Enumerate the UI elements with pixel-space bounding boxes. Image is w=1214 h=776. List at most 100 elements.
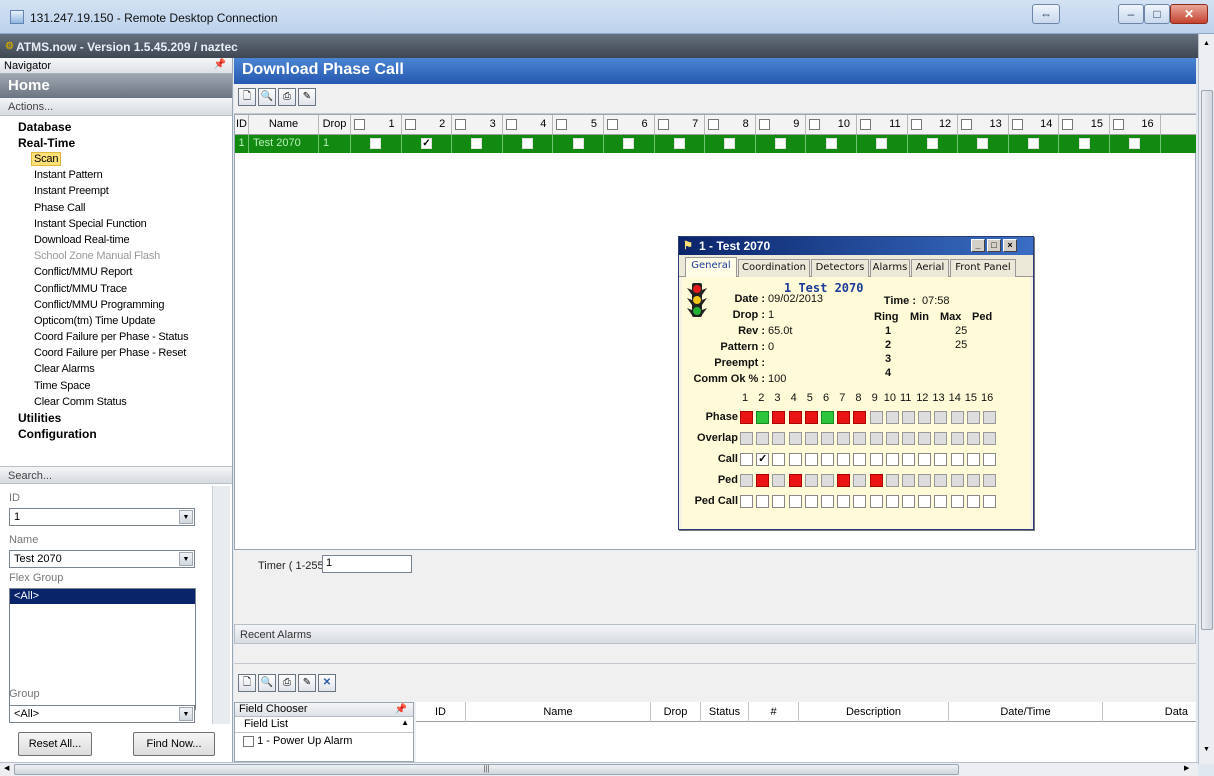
- menu-item-clear-alarms[interactable]: Clear Alarms: [0, 361, 232, 377]
- header-checkbox[interactable]: [708, 118, 720, 130]
- phase-checkbox[interactable]: [825, 138, 837, 149]
- call-checkbox[interactable]: [788, 453, 802, 466]
- row-phase-cell[interactable]: [502, 135, 554, 153]
- preview-icon[interactable]: 🔍: [258, 674, 276, 692]
- tab-alarms[interactable]: Alarms: [870, 259, 910, 277]
- ped-call-checkbox[interactable]: [821, 495, 834, 508]
- group-combo[interactable]: <All> ▼: [9, 705, 195, 723]
- row-name[interactable]: Test 2070: [249, 135, 319, 153]
- ped-call-checkbox[interactable]: [902, 495, 915, 508]
- phase-checkbox[interactable]: [370, 138, 382, 149]
- menu-utilities[interactable]: Utilities: [0, 410, 232, 426]
- col-phase[interactable]: 7: [654, 115, 706, 135]
- call-checkbox[interactable]: [966, 453, 980, 466]
- scroll-up-icon[interactable]: ▲: [401, 718, 409, 727]
- header-checkbox[interactable]: [455, 118, 467, 130]
- row-phase-cell[interactable]: [907, 135, 959, 153]
- row-phase-cell[interactable]: [755, 135, 807, 153]
- col-alarm-data[interactable]: Data: [1103, 702, 1196, 722]
- phase-checkbox[interactable]: [471, 138, 483, 149]
- scroll-up-icon[interactable]: ▲: [1203, 40, 1210, 47]
- header-checkbox[interactable]: [1062, 118, 1074, 130]
- row-id[interactable]: 1: [235, 135, 249, 153]
- ped-call-checkbox[interactable]: [853, 495, 867, 508]
- menu-item-opticom[interactable]: Opticom(tm) Time Update: [0, 313, 232, 329]
- call-checkbox[interactable]: [740, 453, 753, 466]
- menu-item-download-realtime[interactable]: Download Real-time: [0, 232, 232, 248]
- col-phase[interactable]: 2: [401, 115, 453, 135]
- phase-checkbox[interactable]: [623, 138, 635, 149]
- ped-call-checkbox[interactable]: [983, 495, 996, 508]
- pin-icon[interactable]: 📌: [214, 59, 226, 70]
- ped-call-checkbox[interactable]: [756, 495, 770, 508]
- call-checkbox[interactable]: [918, 453, 932, 466]
- new-icon[interactable]: 🗋: [238, 88, 256, 106]
- popup-close-button[interactable]: ×: [1003, 239, 1017, 252]
- scroll-right-icon[interactable]: ▶: [1184, 764, 1189, 772]
- header-checkbox[interactable]: [556, 118, 568, 130]
- phase-checkbox[interactable]: [673, 138, 685, 149]
- col-name[interactable]: Name: [249, 115, 319, 135]
- ped-call-checkbox[interactable]: [740, 495, 753, 508]
- col-phase[interactable]: 15: [1059, 115, 1110, 135]
- call-checkbox[interactable]: [902, 453, 915, 466]
- tab-coordination[interactable]: Coordination: [738, 259, 810, 277]
- col-phase[interactable]: 6: [604, 115, 655, 135]
- close-button[interactable]: ✕: [1170, 4, 1208, 24]
- timer-input[interactable]: 1: [322, 555, 412, 573]
- col-id[interactable]: ID: [235, 115, 249, 135]
- col-alarm-description[interactable]: Description: [799, 702, 949, 722]
- header-checkbox[interactable]: [961, 118, 973, 130]
- phase-checkbox[interactable]: [1028, 138, 1040, 149]
- scroll-left-icon[interactable]: ◀: [4, 764, 9, 772]
- scrollbar-thumb[interactable]: |||: [14, 764, 959, 775]
- minimize-button[interactable]: –: [1118, 4, 1144, 24]
- col-alarm-number[interactable]: #: [749, 702, 799, 722]
- call-checkbox[interactable]: [934, 453, 948, 466]
- menu-item-conflict-trace[interactable]: Conflict/MMU Trace: [0, 281, 232, 297]
- header-checkbox[interactable]: [1113, 118, 1124, 130]
- col-alarm-status[interactable]: Status: [701, 702, 749, 722]
- phase-checkbox[interactable]: ✓: [420, 138, 432, 149]
- phase-checkbox[interactable]: [1129, 138, 1141, 149]
- ped-call-checkbox[interactable]: [885, 495, 899, 508]
- call-checkbox[interactable]: [837, 453, 851, 466]
- ped-call-checkbox[interactable]: [869, 495, 883, 508]
- field-list-item[interactable]: 1 - Power Up Alarm: [235, 733, 413, 749]
- header-checkbox[interactable]: [910, 118, 922, 130]
- ped-call-checkbox[interactable]: [788, 495, 802, 508]
- recent-alarms-header[interactable]: Recent Alarms: [234, 624, 1196, 644]
- name-combo[interactable]: Test 2070 ▼: [9, 550, 195, 568]
- col-phase[interactable]: 1: [351, 115, 402, 135]
- menu-item-clear-comm[interactable]: Clear Comm Status: [0, 394, 232, 410]
- row-phase-cell[interactable]: ✓: [401, 135, 453, 153]
- tab-detectors[interactable]: Detectors: [811, 259, 869, 277]
- export-icon[interactable]: ✎: [298, 88, 316, 106]
- call-checkbox[interactable]: [772, 453, 786, 466]
- col-phase[interactable]: 4: [502, 115, 554, 135]
- phase-checkbox[interactable]: [724, 138, 736, 149]
- col-alarm-datetime[interactable]: Date/Time: [949, 702, 1103, 722]
- call-checkbox[interactable]: [885, 453, 899, 466]
- header-checkbox[interactable]: [505, 118, 517, 130]
- menu-item-coord-reset[interactable]: Coord Failure per Phase - Reset: [0, 345, 232, 361]
- dropdown-arrow-icon[interactable]: ▼: [179, 707, 193, 721]
- phase-checkbox[interactable]: [1078, 138, 1090, 149]
- header-checkbox[interactable]: [354, 118, 365, 130]
- find-now-button[interactable]: Find Now...: [133, 732, 215, 756]
- col-alarm-id[interactable]: ID: [416, 702, 466, 722]
- phase-checkbox[interactable]: [775, 138, 787, 149]
- reset-all-button[interactable]: Reset All...: [18, 732, 92, 756]
- menu-configuration[interactable]: Configuration: [0, 426, 232, 442]
- header-checkbox[interactable]: [809, 118, 821, 130]
- row-phase-cell[interactable]: [452, 135, 503, 153]
- scrollbar-thumb[interactable]: [1201, 90, 1213, 630]
- print-icon[interactable]: ⎙: [278, 674, 296, 692]
- row-phase-cell[interactable]: [351, 135, 402, 153]
- row-phase-cell[interactable]: [806, 135, 857, 153]
- scroll-down-icon[interactable]: ▼: [1203, 746, 1210, 753]
- col-alarm-drop[interactable]: Drop: [651, 702, 701, 722]
- dropdown-arrow-icon[interactable]: ▼: [179, 552, 193, 566]
- row-phase-cell[interactable]: [1110, 135, 1161, 153]
- ped-call-checkbox[interactable]: [934, 495, 948, 508]
